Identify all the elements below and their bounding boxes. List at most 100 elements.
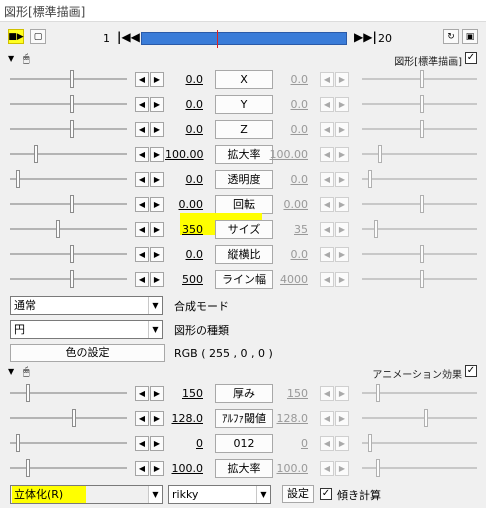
camera-control-icon[interactable]: ■▶ [8,29,24,44]
param-button[interactable]: 縦横比 [215,245,273,264]
param-button[interactable]: Z [215,120,273,139]
start-value[interactable]: 350 [165,223,203,236]
slider-knob[interactable] [16,434,20,452]
slider-knob[interactable] [420,245,424,263]
right-slider[interactable] [362,70,477,88]
left-slider[interactable] [10,120,127,138]
arrow-left-icon[interactable]: ◀ [320,97,334,112]
arrow-right-icon[interactable]: ▶ [335,436,349,451]
arrow-right-icon[interactable]: ▶ [150,461,164,476]
end-value[interactable]: 0.0 [268,98,309,111]
left-stepper[interactable]: ◀ ▶ [135,461,165,476]
arrow-left-icon[interactable]: ◀ [135,247,149,262]
script-select[interactable]: rikky ▼ [168,485,271,504]
param-button[interactable]: 拡大率 [215,145,273,164]
arrow-right-icon[interactable]: ▶ [150,272,164,287]
right-slider[interactable] [362,384,477,402]
right-stepper[interactable]: ◀ ▶ [320,72,350,87]
end-value[interactable]: 100.0 [268,462,309,475]
arrow-right-icon[interactable]: ▶ [150,147,164,162]
start-value[interactable]: 150 [165,387,203,400]
slider-knob[interactable] [26,459,30,477]
left-stepper[interactable]: ◀ ▶ [135,172,165,187]
collapse-arrow-icon[interactable]: ▼ [8,367,14,376]
right-stepper[interactable]: ◀ ▶ [320,172,350,187]
slider-knob[interactable] [420,95,424,113]
right-stepper[interactable]: ◀ ▶ [320,97,350,112]
arrow-left-icon[interactable]: ◀ [320,172,334,187]
right-slider[interactable] [362,270,477,288]
arrow-left-icon[interactable]: ◀ [320,247,334,262]
end-value[interactable]: 4000 [268,273,308,286]
slider-knob[interactable] [70,95,74,113]
left-stepper[interactable]: ◀ ▶ [135,386,165,401]
section-enabled-checkbox[interactable]: ✓ [465,365,477,377]
arrow-right-icon[interactable]: ▶ [150,411,164,426]
arrow-left-icon[interactable]: ◀ [320,222,334,237]
start-value[interactable]: 0.00 [165,198,204,211]
slider-knob[interactable] [70,270,74,288]
arrow-right-icon[interactable]: ▶ [335,147,349,162]
settings-button[interactable]: 設定 [282,485,314,503]
arrow-right-icon[interactable]: ▶ [150,122,164,137]
end-value[interactable]: 100.00 [268,148,309,161]
param-button[interactable]: サイズ [215,220,273,239]
end-value[interactable]: 0.0 [268,248,309,261]
left-slider[interactable] [10,384,127,402]
left-slider[interactable] [10,434,127,452]
grid-icon[interactable]: ▢ [30,29,46,44]
left-stepper[interactable]: ◀ ▶ [135,247,165,262]
arrow-left-icon[interactable]: ◀ [135,222,149,237]
arrow-left-icon[interactable]: ◀ [320,272,334,287]
left-slider[interactable] [10,170,127,188]
arrow-right-icon[interactable]: ▶ [335,411,349,426]
param-button[interactable]: 透明度 [215,170,273,189]
slider-knob[interactable] [56,220,60,238]
start-value[interactable]: 0.0 [165,123,204,136]
right-stepper[interactable]: ◀ ▶ [320,411,350,426]
left-slider[interactable] [10,220,127,238]
slider-knob[interactable] [70,70,74,88]
end-value[interactable]: 0.0 [268,173,309,186]
arrow-left-icon[interactable]: ◀ [135,147,149,162]
end-value[interactable]: 0.0 [268,123,309,136]
expand-icon[interactable]: ▣ [462,29,478,44]
right-stepper[interactable]: ◀ ▶ [320,222,350,237]
param-button[interactable]: ライン幅 [215,270,273,289]
arrow-right-icon[interactable]: ▶ [335,386,349,401]
start-value[interactable]: 128.0 [165,412,204,425]
left-slider[interactable] [10,145,127,163]
param-button[interactable]: ｱﾙﾌｧ閾値 [215,409,273,428]
right-slider[interactable] [362,459,477,477]
jump-end-icon[interactable]: ▶▶| [354,30,377,44]
arrow-right-icon[interactable]: ▶ [335,272,349,287]
left-stepper[interactable]: ◀ ▶ [135,72,165,87]
section-enabled-checkbox[interactable]: ✓ [465,52,477,64]
slider-knob[interactable] [376,384,380,402]
arrow-left-icon[interactable]: ◀ [135,97,149,112]
left-slider[interactable] [10,270,127,288]
arrow-right-icon[interactable]: ▶ [335,222,349,237]
slider-knob[interactable] [424,409,428,427]
left-stepper[interactable]: ◀ ▶ [135,97,165,112]
arrow-left-icon[interactable]: ◀ [135,197,149,212]
arrow-left-icon[interactable]: ◀ [320,147,334,162]
arrow-right-icon[interactable]: ▶ [150,436,164,451]
arrow-left-icon[interactable]: ◀ [320,72,334,87]
start-value[interactable]: 500 [165,273,203,286]
arrow-left-icon[interactable]: ◀ [135,72,149,87]
timeline-cursor[interactable] [217,30,218,48]
param-button[interactable]: 回転 [215,195,273,214]
slider-knob[interactable] [368,170,372,188]
slider-knob[interactable] [420,270,424,288]
start-value[interactable]: 0.0 [165,98,204,111]
shape-type-select[interactable]: 円 ▼ [10,320,163,339]
arrow-right-icon[interactable]: ▶ [150,197,164,212]
slider-knob[interactable] [368,434,372,452]
arrow-left-icon[interactable]: ◀ [135,172,149,187]
start-value[interactable]: 0.0 [165,248,204,261]
right-slider[interactable] [362,120,477,138]
param-button[interactable]: 厚み [215,384,273,403]
start-value[interactable]: 100.0 [165,462,204,475]
arrow-right-icon[interactable]: ▶ [150,172,164,187]
